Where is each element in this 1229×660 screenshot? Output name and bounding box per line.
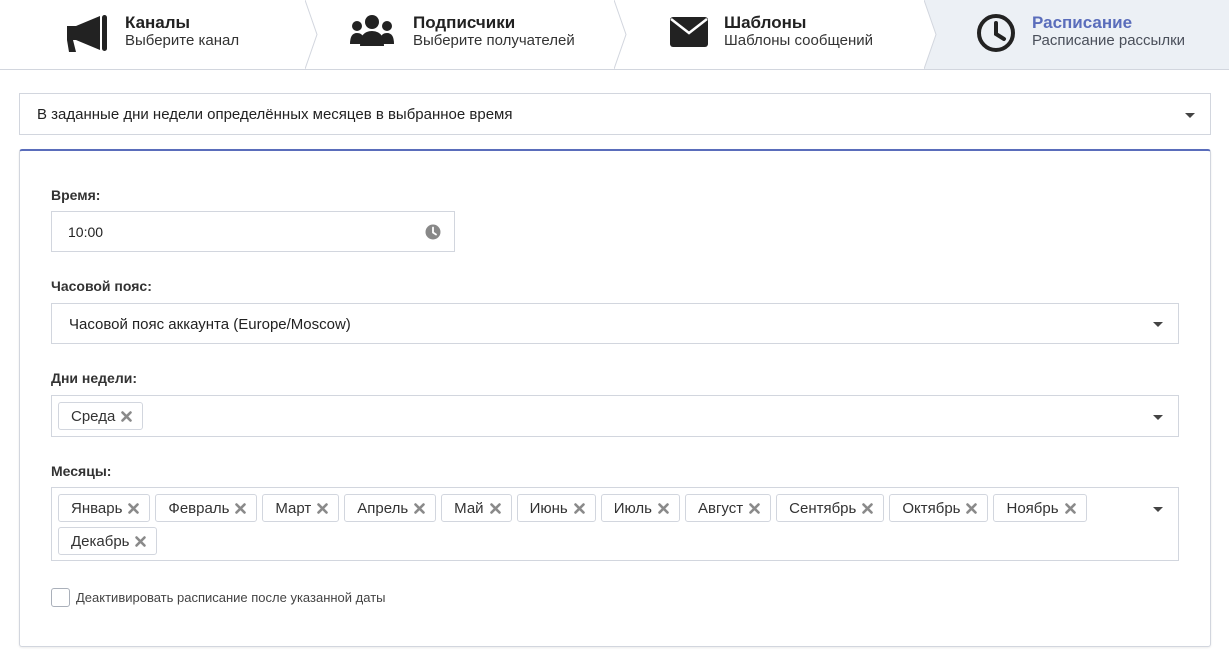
step-subscribers[interactable]: Подписчики Выберите получателей <box>318 0 614 69</box>
step-title: Шаблоны <box>724 13 807 32</box>
envelope-icon <box>667 12 713 54</box>
selected-tag: Апрель <box>344 494 437 522</box>
time-label: Время: <box>51 187 101 203</box>
step-title: Каналы <box>125 13 191 32</box>
selected-tag: Февраль <box>155 494 258 522</box>
deactivate-checkbox[interactable] <box>51 587 70 607</box>
clock-icon <box>974 12 1020 54</box>
remove-tag-icon[interactable] <box>965 502 978 515</box>
step-separator <box>924 0 942 69</box>
remove-tag-icon[interactable] <box>127 502 140 515</box>
selected-tag: Март <box>262 494 340 522</box>
deactivate-label: Деактивировать расписание после указанно… <box>76 589 386 605</box>
timezone-select[interactable]: Часовой пояс аккаунта (Europe/Moscow) <box>51 303 1179 344</box>
remove-tag-icon[interactable] <box>748 502 761 515</box>
schedule-settings-panel: Время: 10:00 Часовой пояс: Часовой пояс … <box>19 149 1211 647</box>
remove-tag-icon[interactable] <box>234 502 247 515</box>
step-title: Подписчики <box>413 13 516 32</box>
selected-tag: Январь <box>58 494 151 522</box>
remove-tag-icon[interactable] <box>489 502 502 515</box>
weekdays-multiselect[interactable]: Среда <box>51 395 1179 437</box>
tag-label: Декабрь <box>71 532 130 550</box>
tag-label: Май <box>454 499 484 517</box>
tag-label: Январь <box>71 499 123 517</box>
timezone-label: Часовой пояс: <box>51 278 152 294</box>
selected-tag: Май <box>441 494 512 522</box>
deactivate-row: Деактивировать расписание после указанно… <box>51 587 386 607</box>
time-input[interactable]: 10:00 <box>51 211 455 252</box>
selected-tag: Октябрь <box>889 494 989 522</box>
remove-tag-icon[interactable] <box>120 410 133 423</box>
time-value: 10:00 <box>68 224 104 240</box>
tag-label: Ноябрь <box>1006 499 1059 517</box>
tag-label: Сентябрь <box>789 499 857 517</box>
schedule-type-select[interactable]: В заданные дни недели определённых месяц… <box>19 93 1211 135</box>
selected-tag: Июнь <box>516 494 596 522</box>
remove-tag-icon[interactable] <box>861 502 874 515</box>
chevron-down-icon <box>1153 507 1163 512</box>
wizard-stepper: Каналы Выберите канал Подписчики Выберит… <box>0 0 1229 70</box>
step-templates[interactable]: Шаблоны Шаблоны сообщений <box>627 0 924 69</box>
months-label: Месяцы: <box>51 463 112 479</box>
chevron-down-icon <box>1185 113 1195 118</box>
step-subtitle: Выберите получателей <box>413 32 575 49</box>
selected-tag: Ноябрь <box>993 494 1087 522</box>
tag-label: Февраль <box>168 499 230 517</box>
selected-tag: Август <box>684 494 772 522</box>
tag-label: Июнь <box>529 499 568 517</box>
tag-label: Март <box>275 499 312 517</box>
chevron-down-icon <box>1153 322 1163 327</box>
tag-label: Август <box>697 499 744 517</box>
step-channels[interactable]: Каналы Выберите канал <box>0 0 305 69</box>
step-subtitle: Расписание рассылки <box>1032 32 1186 49</box>
selected-tag: Декабрь <box>58 527 158 555</box>
remove-tag-icon[interactable] <box>573 502 586 515</box>
tag-label: Июль <box>613 499 652 517</box>
remove-tag-icon[interactable] <box>316 502 329 515</box>
weekdays-label: Дни недели: <box>51 370 138 386</box>
selected-tag: Среда <box>58 402 144 430</box>
schedule-type-value: В заданные дни недели определённых месяц… <box>37 106 513 123</box>
tag-label: Среда <box>71 407 116 425</box>
chevron-down-icon <box>1153 415 1163 420</box>
selected-tag: Сентябрь <box>776 494 885 522</box>
clock-icon[interactable] <box>425 224 441 240</box>
step-subtitle: Шаблоны сообщений <box>724 32 874 49</box>
megaphone-icon <box>64 12 110 54</box>
remove-tag-icon[interactable] <box>134 535 147 548</box>
step-title: Расписание <box>1032 13 1133 32</box>
remove-tag-icon[interactable] <box>413 502 426 515</box>
months-multiselect[interactable]: Январь Февраль Март Апрель Май Июнь Июль Август… <box>51 487 1179 561</box>
month-tag-list: Январь Февраль Март Апрель Май Июнь Июль Август… <box>58 494 1128 555</box>
timezone-value: Часовой пояс аккаунта (Europe/Moscow) <box>69 316 351 333</box>
weekday-tag-list: Среда <box>58 402 1128 430</box>
remove-tag-icon[interactable] <box>657 502 670 515</box>
selected-tag: Июль <box>600 494 680 522</box>
tag-label: Октябрь <box>902 499 961 517</box>
remove-tag-icon[interactable] <box>1064 502 1077 515</box>
tag-label: Апрель <box>357 499 409 517</box>
users-icon <box>349 12 395 54</box>
step-schedule[interactable]: Расписание Расписание рассылки <box>924 0 1229 69</box>
step-subtitle: Выберите канал <box>125 32 240 49</box>
